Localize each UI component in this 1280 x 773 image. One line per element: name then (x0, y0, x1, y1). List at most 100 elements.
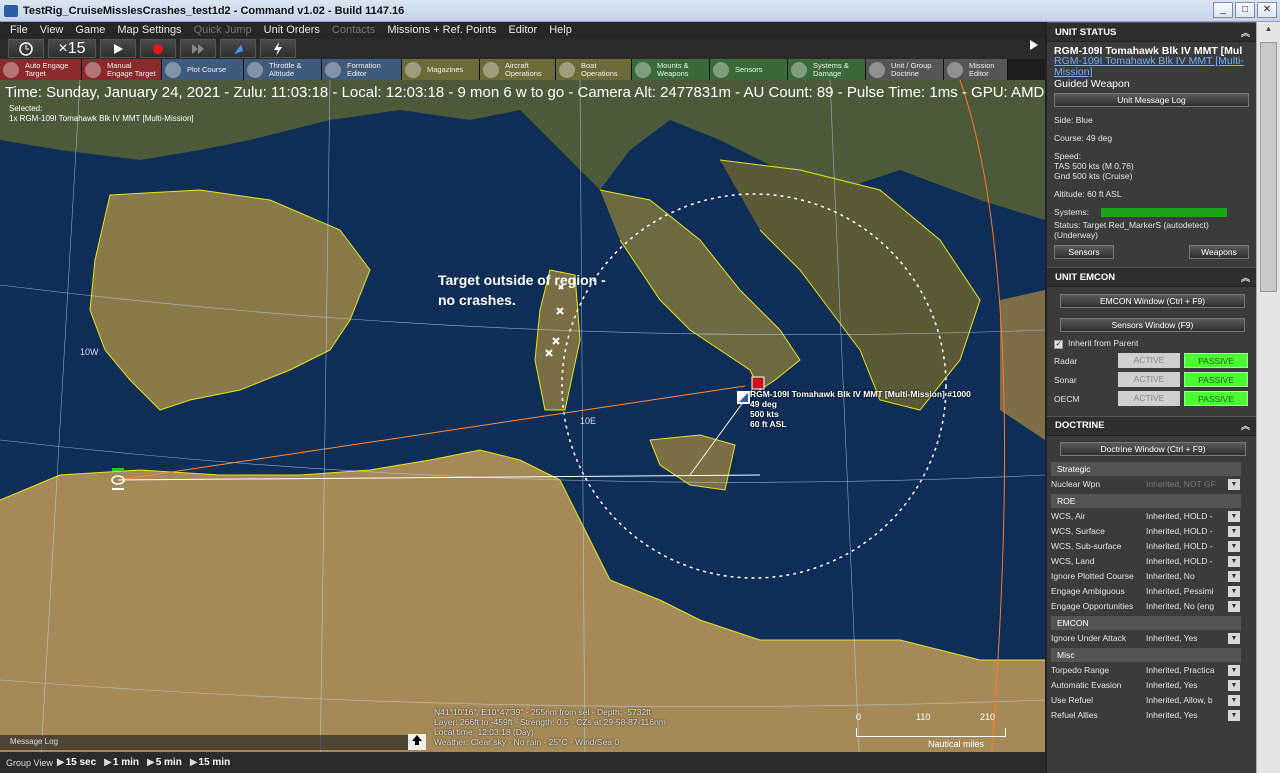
sensors-button[interactable]: Sensors (1054, 245, 1114, 260)
menu-map-settings[interactable]: Map Settings (117, 24, 181, 36)
toolbar-button-1[interactable]: Auto Engage Target (0, 59, 82, 80)
dropdown-chevron-icon[interactable]: ▼ (1228, 664, 1240, 676)
command-toolbar: Auto Engage Target Manual Engage Target Plot… (0, 59, 1045, 80)
unit-side: Side: Blue (1054, 115, 1093, 125)
toolbar-button-7[interactable]: Aircraft Operations (480, 59, 556, 80)
play-button[interactable] (100, 39, 136, 58)
menu-quick-jump[interactable]: Quick Jump (194, 24, 252, 36)
doctrine-setting-value[interactable]: Inherited, Yes (1146, 710, 1226, 720)
menu-unit-orders[interactable]: Unit Orders (264, 24, 320, 36)
menu-contacts[interactable]: Contacts (332, 24, 375, 36)
step-5min-button[interactable]: ▶5 min (147, 757, 182, 768)
menu-file[interactable]: File (10, 24, 28, 36)
toolbar-button-10[interactable]: Sensors (710, 59, 788, 80)
oecm-active-button[interactable]: ACTIVE (1118, 391, 1180, 406)
dropdown-chevron-icon[interactable]: ▼ (1228, 694, 1240, 706)
doctrine-setting-label: Refuel Allies (1051, 710, 1098, 720)
toolbar-button-6[interactable]: Magazines (402, 59, 480, 80)
radar-passive-button[interactable]: PASSIVE (1184, 353, 1248, 368)
doctrine-setting-value[interactable]: Inherited, NOT GF (1146, 479, 1226, 489)
doctrine-setting-value[interactable]: Inherited, Yes (1146, 680, 1226, 690)
dropdown-chevron-icon[interactable]: ▼ (1228, 570, 1240, 582)
dropdown-chevron-icon[interactable]: ▼ (1228, 525, 1240, 537)
toolbar-label: Magazines (427, 65, 463, 74)
message-log-bar[interactable]: Message Log (0, 735, 420, 750)
sonar-active-button[interactable]: ACTIVE (1118, 372, 1180, 387)
unit-class-link[interactable]: RGM-109I Tomahawk Blk IV MMT [Multi-Miss… (1054, 56, 1249, 78)
dropdown-chevron-icon[interactable]: ▼ (1228, 632, 1240, 644)
oecm-passive-button[interactable]: PASSIVE (1184, 391, 1248, 406)
toolbar-button-12[interactable]: Unit / Group Doctrine (866, 59, 944, 80)
menu-view[interactable]: View (40, 24, 64, 36)
emcon-oecm-label: OECM (1054, 393, 1080, 404)
menu-game[interactable]: Game (75, 24, 105, 36)
scale-tick-0: 0 (856, 712, 862, 722)
doctrine-header[interactable]: DOCTRINE ︽ (1047, 415, 1256, 436)
toolbar-button-3[interactable]: Plot Course (162, 59, 244, 80)
inherit-row[interactable]: ✓ Inherit from Parent (1054, 338, 1249, 349)
dropdown-chevron-icon[interactable]: ▼ (1228, 540, 1240, 552)
step-15min-button[interactable]: ▶15 min (190, 757, 230, 768)
doctrine-setting-label: Use Refuel (1051, 695, 1094, 705)
doctrine-setting-value[interactable]: Inherited, Allow, b (1146, 695, 1226, 705)
dropdown-chevron-icon[interactable]: ▼ (1228, 709, 1240, 721)
dropdown-chevron-icon[interactable]: ▼ (1228, 600, 1240, 612)
message-log-expand-button[interactable] (408, 734, 426, 750)
record-button[interactable] (140, 39, 176, 58)
dropdown-chevron-icon[interactable]: ▼ (1228, 585, 1240, 597)
unit-message-log-button[interactable]: Unit Message Log (1054, 93, 1249, 107)
sonar-passive-button[interactable]: PASSIVE (1184, 372, 1248, 387)
doctrine-window-button[interactable]: Doctrine Window (Ctrl + F9) (1060, 441, 1246, 456)
doctrine-setting-value[interactable]: Inherited, HOLD - (1146, 556, 1226, 566)
toolbar-button-9[interactable]: Mounts & Weapons (632, 59, 710, 80)
panel-toggle-button[interactable] (1028, 38, 1042, 59)
doctrine-setting-value[interactable]: Inherited, No (eng (1146, 601, 1226, 611)
quick-jump-button[interactable] (180, 39, 216, 58)
toolbar-button-2[interactable]: Manual Engage Target (82, 59, 162, 80)
group-view-toggle[interactable]: Group View (6, 758, 53, 768)
dropdown-chevron-icon[interactable]: ▼ (1228, 478, 1240, 490)
weapons-button[interactable]: Weapons (1189, 245, 1249, 260)
unit-status-header[interactable]: UNIT STATUS ︽ (1047, 22, 1256, 42)
dropdown-chevron-icon[interactable]: ▼ (1228, 679, 1240, 691)
scroll-up-icon[interactable]: ▲ (1260, 24, 1277, 38)
toolbar-button-4[interactable]: Throttle & Altitude (244, 59, 322, 80)
menu-editor[interactable]: Editor (508, 24, 537, 36)
sensors-window-button[interactable]: Sensors Window (F9) (1060, 318, 1245, 333)
chevron-right-icon (1030, 40, 1038, 50)
time-compression-display[interactable]: ×15 (48, 39, 96, 58)
toolbar-button-8[interactable]: Boat Operations (556, 59, 632, 80)
clock-button[interactable] (8, 39, 44, 58)
toolbar-button-11[interactable]: Systems & Damage (788, 59, 866, 80)
unit-orders-button[interactable] (220, 39, 256, 58)
lightning-button[interactable] (260, 39, 296, 58)
doctrine-setting-value[interactable]: Inherited, Practica (1146, 665, 1226, 675)
doctrine-setting-value[interactable]: Inherited, Yes (1146, 633, 1226, 643)
doctrine-setting-value[interactable]: Inherited, No (1146, 571, 1226, 581)
toolbar-label: Formation Editor (347, 61, 381, 78)
missile-unit-label[interactable]: RGM-109I Tomahawk Blk IV MMT [Multi-Miss… (750, 389, 971, 429)
cursor-layer: Layer: 266ft to -459ft - Strength: 0.5 -… (434, 717, 666, 727)
doctrine-setting-value[interactable]: Inherited, HOLD - (1146, 511, 1226, 521)
menu-missions[interactable]: Missions + Ref. Points (387, 24, 496, 36)
dropdown-chevron-icon[interactable]: ▼ (1228, 510, 1240, 522)
doctrine-setting-value[interactable]: Inherited, HOLD - (1146, 541, 1226, 551)
step-1min-button[interactable]: ▶1 min (104, 757, 139, 768)
close-button[interactable]: ✕ (1257, 2, 1277, 18)
toolbar-button-13[interactable]: Mission Editor (944, 59, 1008, 80)
radar-active-button[interactable]: ACTIVE (1118, 353, 1180, 368)
unit-emcon-header[interactable]: UNIT EMCON ︽ (1047, 267, 1256, 288)
dropdown-chevron-icon[interactable]: ▼ (1228, 555, 1240, 567)
minimize-button[interactable]: _ (1213, 2, 1233, 18)
inherit-checkbox[interactable]: ✓ (1054, 339, 1063, 349)
toolbar-button-5[interactable]: Formation Editor (322, 59, 402, 80)
step-15sec-button[interactable]: ▶15 sec (57, 757, 96, 768)
toolbar-label-line2: Editor (969, 68, 989, 78)
emcon-window-button[interactable]: EMCON Window (Ctrl + F9) (1060, 294, 1245, 309)
side-panel-scrollbar[interactable]: ▲ (1256, 22, 1280, 773)
doctrine-setting-value[interactable]: Inherited, Pessimi (1146, 586, 1226, 596)
menu-help[interactable]: Help (549, 24, 572, 36)
scrollbar-thumb[interactable] (1260, 42, 1277, 292)
maximize-button[interactable]: □ (1235, 2, 1255, 18)
doctrine-setting-value[interactable]: Inherited, HOLD - (1146, 526, 1226, 536)
